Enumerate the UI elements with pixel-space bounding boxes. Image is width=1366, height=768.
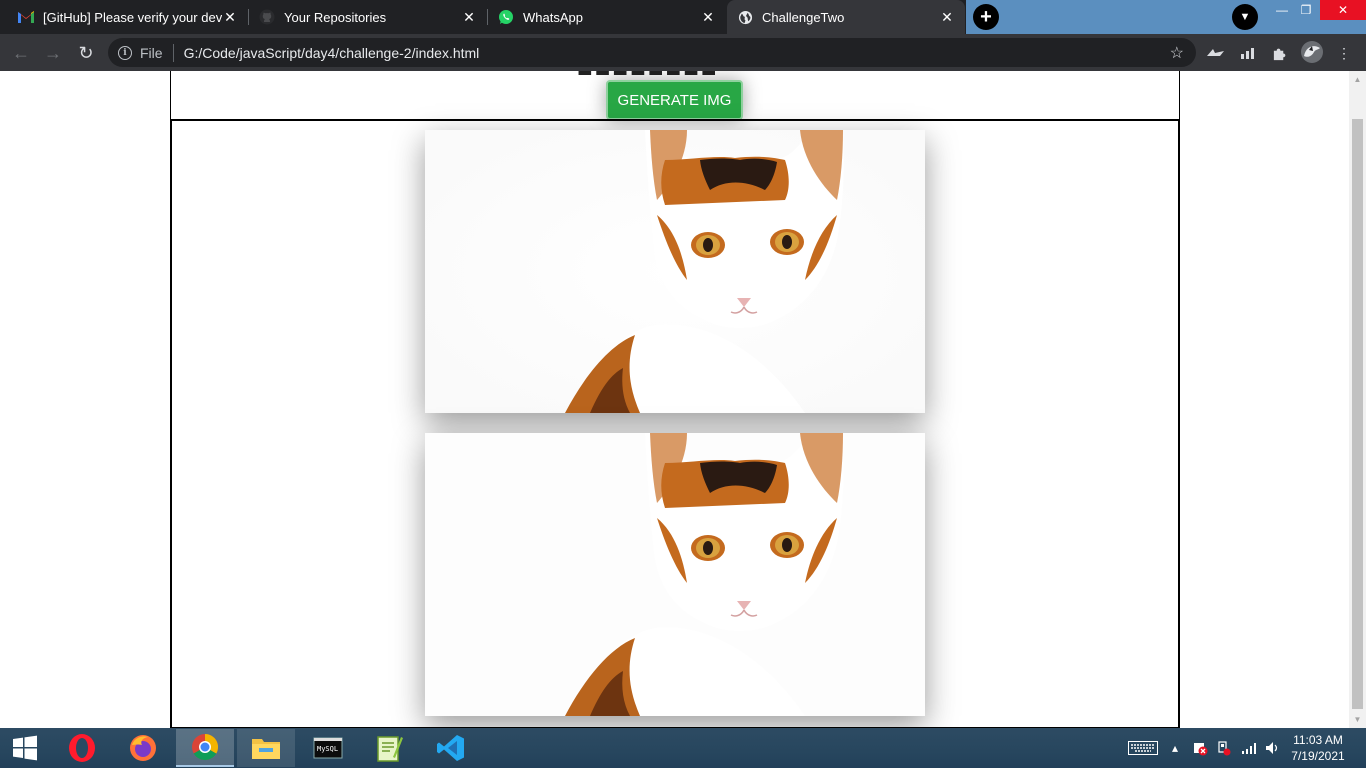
clock-date: 7/19/2021 bbox=[1291, 749, 1345, 763]
scrollbar-thumb[interactable] bbox=[1352, 119, 1363, 709]
vscode-icon bbox=[437, 735, 464, 761]
clock-time: 11:03 AM bbox=[1293, 733, 1343, 747]
reload-icon: ↻ bbox=[78, 42, 94, 63]
taskbar-chrome[interactable] bbox=[176, 729, 234, 767]
tab-title: Your Repositories bbox=[284, 9, 387, 25]
usb-device-icon[interactable] bbox=[1214, 728, 1234, 768]
notepad-plus-plus-icon bbox=[377, 736, 403, 762]
extension-chart-icon[interactable] bbox=[1237, 42, 1259, 64]
tab-your-repositories[interactable]: Your Repositories ✕ bbox=[249, 0, 487, 34]
plus-icon: + bbox=[980, 5, 992, 28]
whatsapp-icon bbox=[498, 9, 514, 25]
tab-title: [GitHub] Please verify your device bbox=[43, 9, 222, 25]
page-viewport: ■■■■■■■■ GENERATE IMG bbox=[0, 71, 1349, 728]
scheme-chip: File bbox=[140, 44, 163, 61]
close-icon: ✕ bbox=[1337, 3, 1349, 17]
info-icon[interactable]: i bbox=[118, 45, 132, 60]
opera-icon bbox=[69, 734, 95, 762]
start-button[interactable] bbox=[0, 729, 50, 767]
svg-text:MySQL: MySQL bbox=[317, 745, 338, 753]
close-tab-icon[interactable]: ✕ bbox=[939, 9, 955, 26]
menu-kebab-icon[interactable]: ⋮ bbox=[1333, 42, 1355, 64]
windows-taskbar: MySQL ▴ 11:03 AM 7/19/2021 bbox=[0, 728, 1366, 768]
generate-img-button[interactable]: GENERATE IMG bbox=[606, 80, 743, 120]
taskbar-mysql[interactable]: MySQL bbox=[299, 729, 357, 767]
restore-button[interactable]: ❐ bbox=[1292, 0, 1320, 20]
globe-icon bbox=[737, 9, 753, 25]
bookmark-star-icon[interactable]: ☆ bbox=[1170, 43, 1184, 63]
reload-button[interactable]: ↻ bbox=[73, 40, 99, 66]
tab-title: WhatsApp bbox=[523, 9, 583, 25]
tab-challengetwo[interactable]: ChallengeTwo ✕ bbox=[727, 0, 965, 34]
minimize-icon: — bbox=[1276, 3, 1288, 17]
extensions-puzzle-icon[interactable] bbox=[1268, 42, 1290, 64]
windows-logo-icon bbox=[13, 735, 37, 761]
security-alert-icon[interactable] bbox=[1190, 728, 1210, 768]
volume-icon[interactable] bbox=[1262, 728, 1284, 768]
tab-title: ChallengeTwo bbox=[762, 9, 845, 25]
url-text[interactable]: G:/Code/javaScript/day4/challenge-2/inde… bbox=[184, 45, 480, 61]
cat-image bbox=[425, 433, 925, 716]
back-button[interactable]: ← bbox=[8, 40, 34, 66]
chrome-icon bbox=[192, 733, 219, 761]
tab-whatsapp[interactable]: WhatsApp ✕ bbox=[488, 0, 726, 34]
chevron-down-icon: ▼ bbox=[1239, 11, 1251, 23]
close-tab-icon[interactable]: ✕ bbox=[700, 9, 716, 26]
show-hidden-icons-chevron-icon[interactable]: ▴ bbox=[1166, 728, 1184, 768]
arrow-left-icon: ← bbox=[12, 42, 30, 63]
mysql-terminal-icon: MySQL bbox=[313, 737, 343, 759]
gmail-icon bbox=[18, 9, 34, 25]
close-tab-icon[interactable]: ✕ bbox=[222, 9, 238, 26]
touch-keyboard-icon[interactable] bbox=[1126, 728, 1160, 768]
new-tab-button[interactable]: + bbox=[973, 4, 999, 30]
forward-button[interactable]: → bbox=[40, 40, 66, 66]
scroll-up-arrow-icon[interactable]: ▲ bbox=[1353, 75, 1362, 84]
tab-strip: [GitHub] Please verify your device ✕ You… bbox=[0, 0, 1366, 34]
network-signal-icon[interactable] bbox=[1238, 728, 1260, 768]
omnibox-divider bbox=[172, 43, 174, 62]
cat-image bbox=[425, 130, 925, 413]
close-tab-icon[interactable]: ✕ bbox=[461, 9, 477, 26]
firefox-icon bbox=[130, 735, 156, 761]
restore-icon: ❐ bbox=[1300, 3, 1312, 17]
folder-icon bbox=[252, 739, 280, 759]
github-icon bbox=[259, 9, 275, 25]
taskbar-notepad-plus-plus[interactable] bbox=[360, 729, 418, 767]
profile-avatar[interactable] bbox=[1299, 39, 1325, 65]
page-scrollbar[interactable]: ▲ ▼ bbox=[1349, 71, 1366, 728]
taskbar-file-explorer[interactable] bbox=[237, 729, 295, 767]
browser-toolbar: ← → ↻ i File G:/Code/javaScript/day4/cha… bbox=[0, 34, 1366, 71]
close-window-button[interactable]: ✕ bbox=[1320, 0, 1366, 20]
arrow-right-icon: → bbox=[44, 42, 62, 63]
address-bar[interactable]: i File G:/Code/javaScript/day4/challenge… bbox=[108, 38, 1196, 67]
extension-shark-icon[interactable] bbox=[1205, 42, 1227, 64]
taskbar-clock[interactable]: 11:03 AM 7/19/2021 bbox=[1282, 732, 1354, 764]
taskbar-vscode[interactable] bbox=[422, 729, 480, 767]
taskbar-opera[interactable] bbox=[53, 729, 111, 767]
scroll-down-arrow-icon[interactable]: ▼ bbox=[1353, 715, 1362, 724]
page-title-clipped: ■■■■■■■■ bbox=[577, 71, 777, 75]
tab-search-button[interactable]: ▼ bbox=[1232, 4, 1258, 30]
tab-github-verify[interactable]: [GitHub] Please verify your device ✕ bbox=[8, 0, 248, 34]
taskbar-firefox[interactable] bbox=[114, 729, 172, 767]
